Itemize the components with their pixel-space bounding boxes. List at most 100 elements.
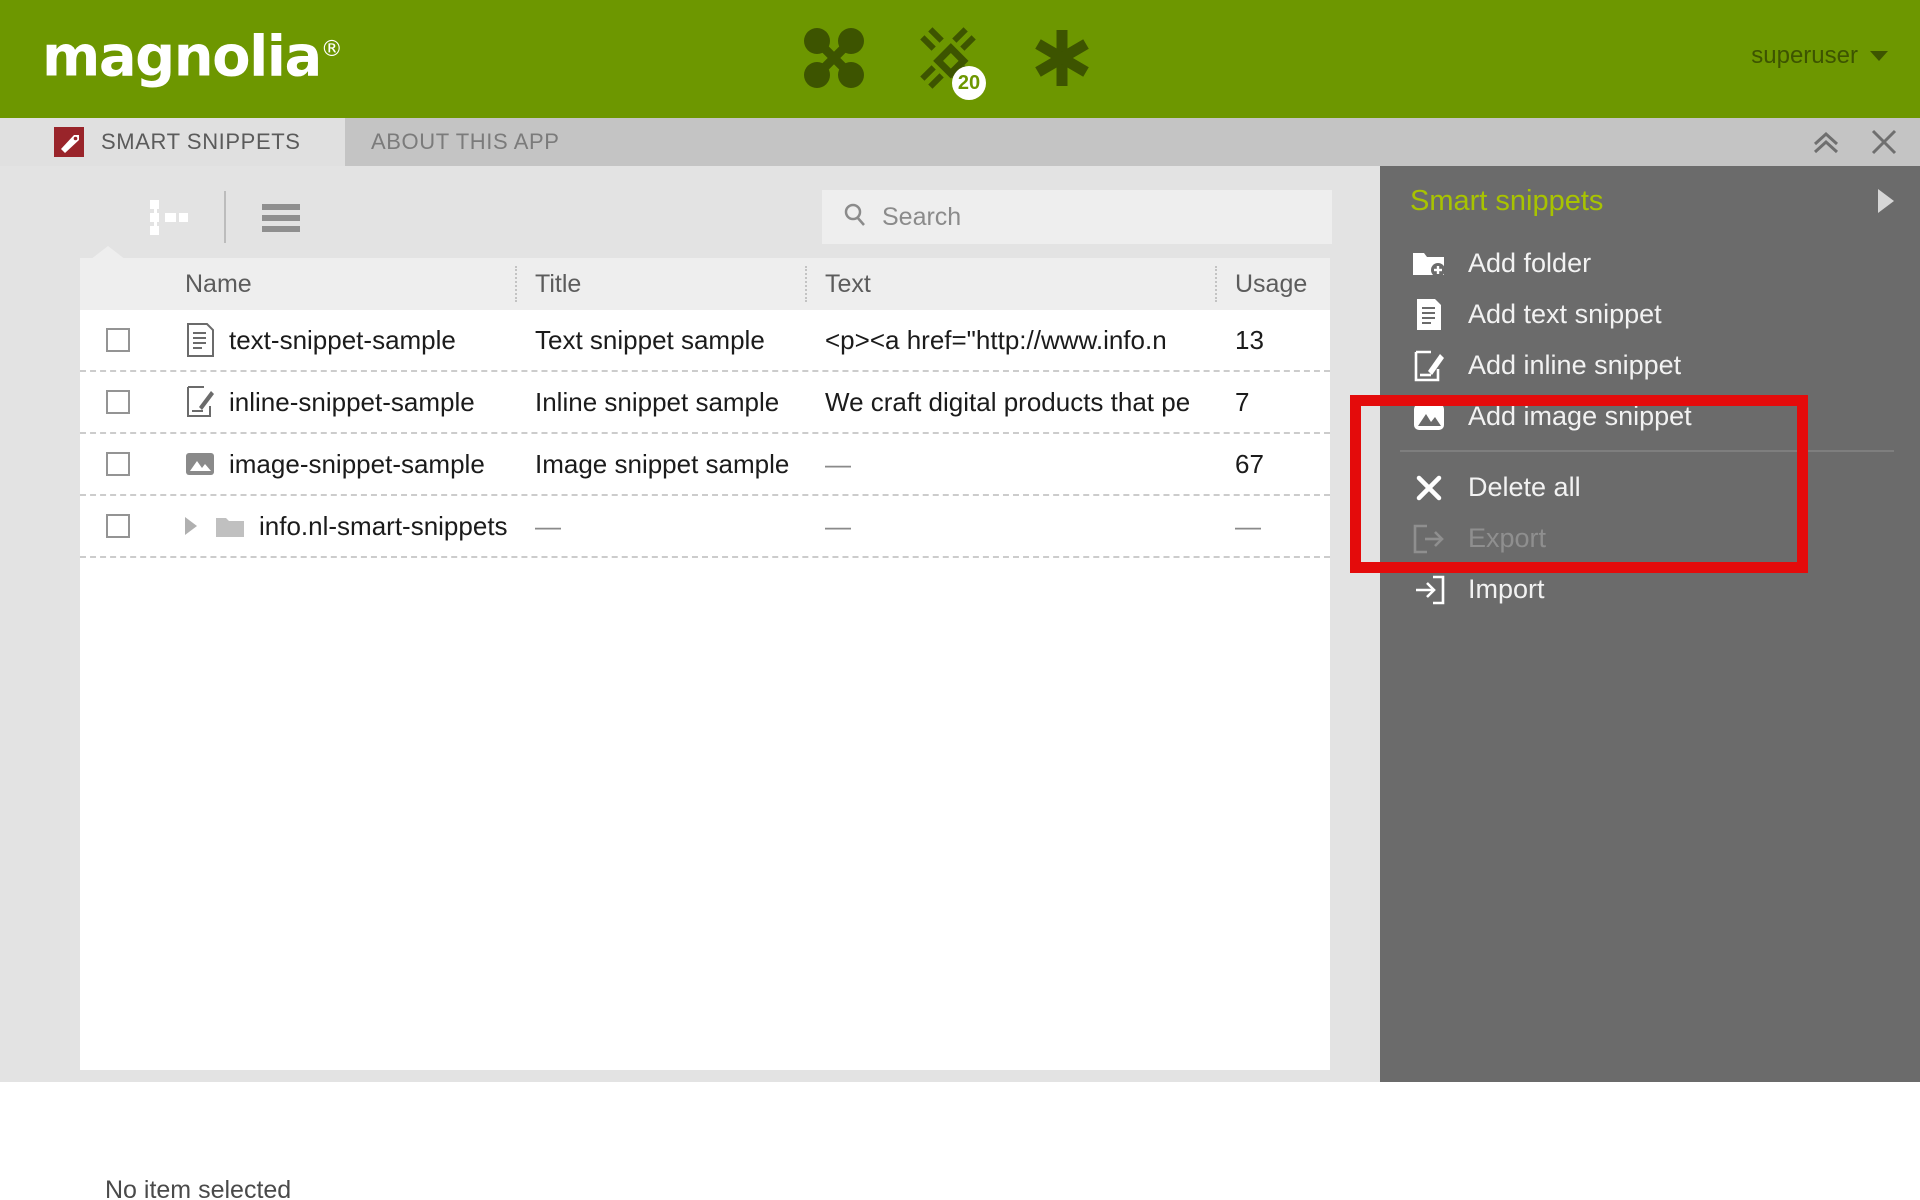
maximize-icon[interactable] (1808, 124, 1844, 160)
row-name-label: inline-snippet-sample (229, 387, 475, 418)
tab-about-this-app[interactable]: ABOUT THIS APP (345, 118, 628, 166)
row-usage-cell: 13 (1215, 325, 1330, 356)
window-controls (1808, 124, 1902, 160)
row-checkbox[interactable] (106, 328, 130, 352)
column-label: Title (535, 270, 581, 299)
action-label: Add text snippet (1468, 299, 1662, 330)
action-label: Add folder (1468, 248, 1591, 279)
table-row[interactable]: inline-snippet-sample Inline snippet sam… (80, 372, 1330, 434)
action-label: Add inline snippet (1468, 350, 1681, 381)
row-checkbox-cell (80, 328, 155, 352)
row-title-cell: Inline snippet sample (515, 387, 805, 418)
text-snippet-icon (185, 323, 215, 357)
row-usage-cell: 67 (1215, 449, 1330, 480)
action-panel-divider (1400, 450, 1894, 452)
column-header-title[interactable]: Title (515, 258, 805, 310)
row-text-label: — (825, 511, 851, 541)
action-panel-header: Smart snippets (1380, 166, 1920, 236)
row-title-cell: Text snippet sample (515, 325, 805, 356)
inline-snippet-icon (1412, 349, 1446, 383)
row-name-label: image-snippet-sample (229, 449, 485, 480)
collapse-panel-icon[interactable] (1878, 189, 1894, 213)
row-checkbox[interactable] (106, 452, 130, 476)
tab-smart-snippets[interactable]: SMART SNIPPETS (24, 118, 331, 166)
column-divider (1215, 266, 1217, 302)
column-header-name[interactable]: Name (155, 258, 515, 310)
action-panel: Smart snippets (1380, 166, 1920, 1082)
row-name-label: text-snippet-sample (229, 325, 456, 356)
action-label: Export (1468, 523, 1546, 554)
table-header-row: Name Title Text Usage (80, 258, 1330, 310)
pulse-badge-count: 20 (952, 66, 986, 100)
column-divider (805, 266, 807, 302)
search-icon (842, 202, 868, 233)
action-label: Import (1468, 574, 1545, 605)
toolbar-divider (224, 191, 226, 243)
image-snippet-icon (1412, 400, 1446, 434)
app-tab-bar: SMART SNIPPETS ABOUT THIS APP (0, 118, 1920, 166)
apps-icon[interactable] (800, 24, 868, 92)
row-checkbox[interactable] (106, 514, 130, 538)
action-add-inline-snippet[interactable]: Add inline snippet (1380, 340, 1920, 391)
import-icon (1412, 573, 1446, 607)
inline-snippet-icon (185, 385, 215, 419)
row-name-cell: text-snippet-sample (155, 323, 515, 357)
table-row[interactable]: image-snippet-sample Image snippet sampl… (80, 434, 1330, 496)
delete-icon (1412, 471, 1446, 505)
pulse-icon[interactable]: 20 (914, 24, 982, 92)
row-usage-cell: 7 (1215, 387, 1330, 418)
row-usage-cell: — (1215, 511, 1330, 542)
action-add-image-snippet[interactable]: Add image snippet (1380, 391, 1920, 442)
user-name-label: superuser (1751, 42, 1858, 70)
close-icon[interactable] (1866, 124, 1902, 160)
table-row[interactable]: info.nl-smart-snippets — — — (80, 496, 1330, 558)
row-text-label: — (825, 449, 851, 479)
row-checkbox[interactable] (106, 390, 130, 414)
expand-row-icon[interactable] (185, 517, 197, 535)
tree-view-icon[interactable] (140, 191, 198, 243)
row-title-cell: — (515, 511, 805, 542)
tab-label: SMART SNIPPETS (101, 129, 301, 155)
tag-icon (54, 127, 84, 157)
status-bar: No item selected (105, 1176, 291, 1200)
row-checkbox-cell (80, 390, 155, 414)
status-bar-area: No item selected (0, 1082, 1920, 1200)
logo-registered-mark: ® (321, 37, 342, 62)
asterisk-icon[interactable] (1028, 24, 1096, 92)
row-name-cell: inline-snippet-sample (155, 385, 515, 419)
row-text-cell: <p><a href="http://www.info.n (805, 325, 1215, 356)
row-usage-label: 67 (1235, 449, 1264, 479)
row-usage-label: 13 (1235, 325, 1264, 355)
magnolia-admincentral: magnolia® (0, 0, 1920, 1200)
snippets-table: Name Title Text Usage (80, 258, 1330, 1070)
row-text-cell: — (805, 449, 1215, 480)
action-delete-all[interactable]: Delete all (1380, 462, 1920, 513)
column-label: Usage (1235, 270, 1307, 299)
row-text-label: We craft digital products that pe (825, 387, 1190, 417)
row-name-cell: info.nl-smart-snippets (155, 509, 515, 543)
action-panel-group-manage: Delete all Export (1380, 460, 1920, 615)
search-input[interactable]: Search (822, 190, 1332, 244)
action-add-text-snippet[interactable]: Add text snippet (1380, 289, 1920, 340)
export-icon (1412, 522, 1446, 556)
add-folder-icon (1412, 247, 1446, 281)
app-content: Search Name Title Text (0, 166, 1920, 1200)
column-header-text[interactable]: Text (805, 258, 1215, 310)
list-view-icon[interactable] (252, 191, 310, 243)
user-menu[interactable]: superuser (1751, 42, 1888, 70)
tree-view-pointer (86, 246, 130, 263)
header-icon-group: 20 (800, 10, 1096, 106)
column-header-usage[interactable]: Usage (1215, 258, 1330, 310)
action-export: Export (1380, 513, 1920, 564)
row-title-label: Text snippet sample (535, 325, 765, 355)
tab-label: ABOUT THIS APP (371, 129, 560, 155)
action-label: Add image snippet (1468, 401, 1692, 432)
action-import[interactable]: Import (1380, 564, 1920, 615)
row-name-label: info.nl-smart-snippets (259, 511, 508, 542)
table-row[interactable]: text-snippet-sample Text snippet sample … (80, 310, 1330, 372)
row-checkbox-cell (80, 514, 155, 538)
magnolia-logo[interactable]: magnolia® (42, 22, 341, 86)
action-label: Delete all (1468, 472, 1581, 503)
action-add-folder[interactable]: Add folder (1380, 238, 1920, 289)
chevron-down-icon (1870, 51, 1888, 61)
